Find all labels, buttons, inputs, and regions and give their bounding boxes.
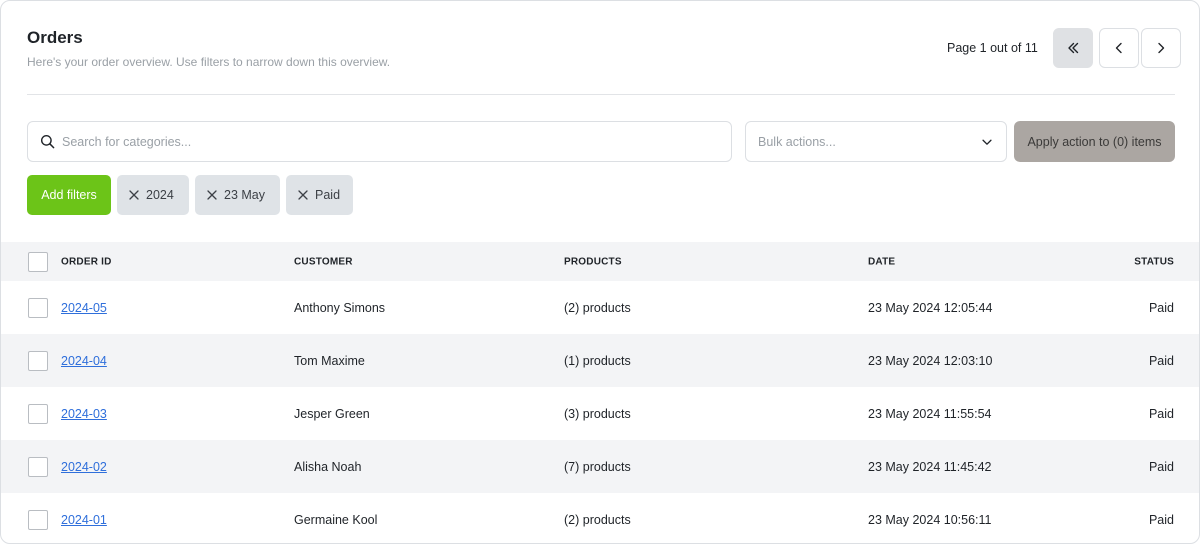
apply-action-button[interactable]: Apply action to (0) items (1014, 121, 1175, 162)
page-subtitle: Here's your order overview. Use filters … (27, 55, 391, 69)
order-date: 23 May 2024 12:05:44 (868, 300, 993, 315)
column-header-customer[interactable]: CUSTOMER (294, 256, 353, 267)
customer-name: Anthony Simons (294, 300, 386, 315)
close-icon[interactable] (298, 190, 308, 200)
order-id-link[interactable]: 2024-03 (61, 407, 107, 421)
table-row: 2024-04 Tom Maxime (1) products 23 May 2… (1, 334, 1199, 387)
orders-card: Orders Here's your order overview. Use f… (0, 0, 1200, 544)
select-all-checkbox[interactable] (28, 251, 48, 272)
table-row: 2024-01 Germaine Kool (2) products 23 Ma… (1, 493, 1199, 543)
table-row: 2024-05 Anthony Simons (2) products 23 M… (1, 281, 1199, 334)
filter-chip-label: 2024 (146, 188, 174, 202)
row-checkbox[interactable] (28, 297, 48, 318)
order-id-link[interactable]: 2024-05 (61, 301, 107, 315)
bulk-actions-placeholder: Bulk actions... (758, 134, 836, 149)
header-divider (27, 94, 1175, 95)
products-count: (1) products (564, 353, 631, 368)
double-chevron-left-icon (1068, 42, 1079, 54)
filter-chip-year[interactable]: 2024 (117, 175, 189, 215)
column-header-products[interactable]: PRODUCTS (564, 256, 622, 267)
filter-chip-date[interactable]: 23 May (195, 175, 280, 215)
search-icon (40, 134, 55, 149)
next-page-button[interactable] (1141, 28, 1181, 68)
column-header-date[interactable]: DATE (868, 256, 895, 267)
order-date: 23 May 2024 11:55:54 (868, 406, 992, 421)
filter-chip-label: Paid (315, 188, 341, 202)
chevron-down-icon (982, 139, 992, 145)
order-status: Paid (1148, 406, 1174, 421)
customer-name: Tom Maxime (294, 353, 365, 368)
order-date: 23 May 2024 12:03:10 (868, 353, 993, 368)
products-count: (7) products (564, 459, 631, 474)
search-input[interactable] (62, 134, 702, 149)
order-status: Paid (1148, 353, 1174, 368)
row-checkbox[interactable] (28, 509, 48, 530)
products-count: (2) products (564, 300, 631, 315)
close-icon[interactable] (129, 190, 139, 200)
close-icon[interactable] (207, 190, 217, 200)
customer-name: Germaine Kool (294, 512, 378, 527)
previous-page-button[interactable] (1099, 28, 1139, 68)
page-title: Orders (27, 28, 83, 47)
column-header-status[interactable]: STATUS (1134, 256, 1174, 267)
order-status: Paid (1148, 459, 1174, 474)
chevron-left-icon (1115, 42, 1122, 54)
order-date: 23 May 2024 11:45:42 (868, 459, 992, 474)
order-status: Paid (1148, 512, 1174, 527)
filter-chip-status[interactable]: Paid (286, 175, 353, 215)
chevron-right-icon (1158, 42, 1165, 54)
customer-name: Alisha Noah (294, 459, 362, 474)
filter-chip-label: 23 May (224, 188, 265, 202)
pagination-label: Page 1 out of 11 (947, 41, 1038, 55)
column-header-order-id[interactable]: ORDER ID (61, 256, 112, 267)
order-id-link[interactable]: 2024-01 (61, 513, 107, 527)
table-row: 2024-03 Jesper Green (3) products 23 May… (1, 387, 1199, 440)
order-id-link[interactable]: 2024-04 (61, 354, 107, 368)
row-checkbox[interactable] (28, 350, 48, 371)
products-count: (2) products (564, 512, 631, 527)
search-box[interactable] (27, 121, 732, 162)
order-id-link[interactable]: 2024-02 (61, 460, 107, 474)
products-count: (3) products (564, 406, 631, 421)
row-checkbox[interactable] (28, 403, 48, 424)
customer-name: Jesper Green (294, 406, 370, 421)
table-header: ORDER ID CUSTOMER PRODUCTS DATE STATUS (1, 242, 1199, 281)
row-checkbox[interactable] (28, 456, 48, 477)
order-date: 23 May 2024 10:56:11 (868, 512, 992, 527)
bulk-actions-select[interactable]: Bulk actions... (745, 121, 1007, 162)
order-status: Paid (1148, 300, 1174, 315)
first-page-button[interactable] (1053, 28, 1093, 68)
table-row: 2024-02 Alisha Noah (7) products 23 May … (1, 440, 1199, 493)
add-filters-button[interactable]: Add filters (27, 175, 111, 215)
